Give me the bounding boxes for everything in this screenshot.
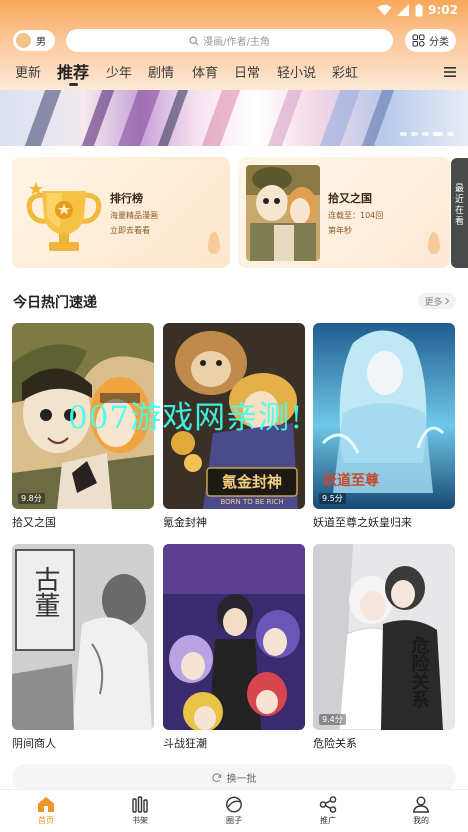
status-bar: 9:02: [0, 0, 468, 22]
nav-label: 书架: [132, 816, 148, 825]
watermark: 007游戏网亲测!: [68, 400, 304, 436]
cover-logo: 危险关系: [409, 635, 431, 708]
ranking-title: 排行榜: [110, 192, 143, 205]
banner-dot-active: [433, 132, 443, 136]
nav-profile[interactable]: 我的: [396, 796, 446, 826]
bottom-nav: 首页 书架 圈子 推广 我的: [0, 789, 468, 832]
comic-card[interactable]: 古董 阴间商人: [12, 544, 154, 750]
tab-recommend[interactable]: 推荐: [57, 59, 89, 83]
search-icon: [189, 35, 199, 46]
nav-home[interactable]: 首页: [21, 796, 71, 826]
reading-progress: 连载至：104回: [328, 211, 384, 220]
recent-tab-label: 最近在看: [454, 184, 464, 227]
circle-icon: [226, 796, 242, 813]
bookshelf-icon: [132, 796, 148, 813]
tab-update[interactable]: 更新: [15, 62, 41, 81]
nav-promote[interactable]: 推广: [303, 796, 353, 826]
cover-logo: 氪金封神: [222, 473, 282, 491]
category-label: 分类: [429, 37, 449, 48]
comic-title: 妖道至尊之妖皇归来: [313, 516, 412, 529]
banner-dot: [400, 132, 407, 136]
tab-indicator: [69, 83, 78, 86]
comic-title: 斗战狂潮: [163, 737, 207, 750]
banner-carousel[interactable]: [0, 90, 468, 146]
nav-label: 推广: [320, 816, 336, 825]
banner-dot: [422, 132, 429, 136]
section-title: 今日热门速递: [13, 295, 97, 311]
comic-card[interactable]: 妖道至尊 9.5分 妖道至尊之妖皇归来: [313, 323, 455, 529]
comic-title: 氪金封神: [163, 516, 207, 529]
tab-daily[interactable]: 日常: [234, 62, 260, 81]
toolbar: 男 漫画/作者/主角 分类: [0, 28, 468, 54]
tab-youth[interactable]: 少年: [106, 62, 132, 81]
search-placeholder: 漫画/作者/主角: [203, 37, 270, 48]
status-time: 9:02: [428, 3, 458, 17]
chevron-right-icon: [444, 297, 449, 305]
more-label: 更多: [424, 297, 443, 308]
ranking-cta: 立即去看看: [110, 226, 150, 235]
comic-card[interactable]: 危险关系 9.4分 危险关系: [313, 544, 455, 750]
continue-reading-card[interactable]: 拾又之国 连载至：104回 第年秒: [238, 157, 450, 268]
comic-cover: [163, 544, 305, 730]
refresh-button[interactable]: 换一批: [12, 764, 456, 791]
banner-dot: [411, 132, 418, 136]
comic-title: 危险关系: [313, 737, 357, 750]
tab-drama[interactable]: 剧情: [148, 62, 174, 81]
menu-icon[interactable]: [443, 66, 457, 78]
toggle-knob: [16, 33, 31, 48]
category-button[interactable]: 分类: [405, 29, 456, 52]
share-icon: [319, 796, 337, 813]
reading-chapter: 第年秒: [328, 226, 352, 235]
nav-label: 我的: [413, 816, 429, 825]
nav-label: 圈子: [226, 816, 242, 825]
refresh-icon: [211, 772, 221, 782]
nav-bookshelf[interactable]: 书架: [115, 796, 165, 826]
trophy-icon: [26, 182, 102, 251]
cover-subtitle: BORN TO BE RICH: [220, 498, 283, 506]
comic-cover: 危险关系 9.4分: [313, 544, 455, 730]
search-input[interactable]: 漫画/作者/主角: [66, 29, 393, 52]
rating-badge: 9.5分: [319, 493, 346, 504]
reading-cover: [246, 165, 320, 261]
cover-sign: 古董: [30, 566, 60, 618]
rating-badge: 9.4分: [319, 714, 346, 725]
tab-rainbow[interactable]: 彩虹: [332, 62, 358, 81]
flame-decoration: [428, 232, 440, 254]
flame-decoration: [208, 232, 220, 254]
user-icon: [413, 796, 429, 813]
comic-title: 拾又之国: [12, 516, 56, 529]
nav-label: 首页: [38, 816, 54, 825]
gender-toggle[interactable]: 男: [13, 30, 55, 51]
nav-circle[interactable]: 圈子: [209, 796, 259, 826]
tab-bar: 更新 推荐 少年 剧情 体育 日常 轻小说 彩虹: [0, 58, 468, 88]
category-icon: [412, 34, 425, 47]
banner-indicator: [400, 132, 454, 136]
home-icon: [38, 797, 54, 812]
recent-reading-tab[interactable]: 最近在看: [451, 158, 468, 268]
more-button[interactable]: 更多: [418, 293, 456, 309]
comic-title: 阴间商人: [12, 737, 56, 750]
comic-cover: 妖道至尊 9.5分: [313, 323, 455, 509]
gender-label: 男: [36, 37, 46, 48]
comic-cover: 古董: [12, 544, 154, 730]
tab-sports[interactable]: 体育: [192, 62, 218, 81]
wifi-icon: [377, 4, 392, 16]
refresh-label: 换一批: [226, 774, 257, 785]
cover-logo: 妖道至尊: [323, 472, 379, 489]
ranking-desc: 海量精品漫画: [110, 211, 158, 220]
battery-icon: [415, 3, 423, 16]
ranking-card[interactable]: 排行榜 海量精品漫画 立即去看看: [12, 157, 230, 268]
reading-title: 拾又之国: [328, 192, 372, 205]
header: 9:02 男 漫画/作者/主角 分类 更新 推荐 少年 剧情 体育 日常 轻小说…: [0, 0, 468, 90]
comic-card[interactable]: 斗战狂潮: [163, 544, 305, 750]
signal-icon: [397, 4, 410, 16]
rating-badge: 9.8分: [18, 493, 45, 504]
banner-dot: [447, 132, 454, 136]
tab-light-novel[interactable]: 轻小说: [277, 62, 316, 81]
